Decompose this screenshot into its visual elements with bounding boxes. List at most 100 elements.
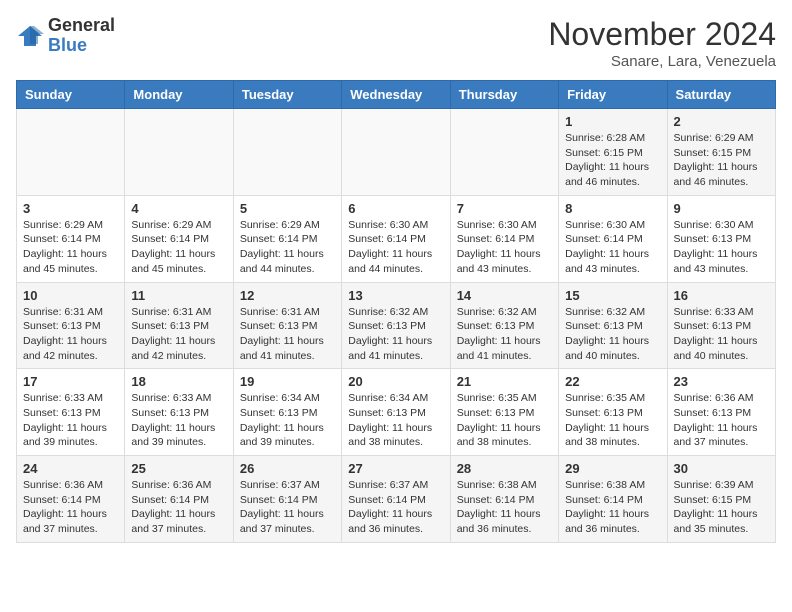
page-header: General Blue November 2024 Sanare, Lara,… — [16, 16, 776, 70]
calendar-cell: 6 Sunrise: 6:30 AM Sunset: 6:14 PM Daylig… — [342, 195, 450, 282]
calendar-cell: 1Sunrise: 6:28 AM Sunset: 6:15 PM Daylig… — [559, 109, 667, 196]
day-info: Sunrise: 6:29 AM Sunset: 6:14 PM Dayligh… — [23, 218, 118, 277]
day-number: 22 — [565, 374, 660, 389]
day-number: 19 — [240, 374, 335, 389]
day-number: 21 — [457, 374, 552, 389]
calendar-cell: 14 Sunrise: 6:32 AM Sunset: 6:13 PM Dayli… — [450, 282, 558, 369]
calendar-cell: 10 Sunrise: 6:31 AM Sunset: 6:13 PM Dayli… — [17, 282, 125, 369]
calendar-cell: 25 Sunrise: 6:36 AM Sunset: 6:14 PM Dayli… — [125, 456, 233, 543]
day-number: 12 — [240, 288, 335, 303]
day-number: 30 — [674, 461, 769, 476]
day-info: Sunrise: 6:33 AM Sunset: 6:13 PM Dayligh… — [131, 391, 226, 450]
day-number: 2 — [674, 114, 769, 129]
day-info: Sunrise: 6:35 AM Sunset: 6:13 PM Dayligh… — [565, 391, 660, 450]
calendar-cell — [450, 109, 558, 196]
day-info: Sunrise: 6:33 AM Sunset: 6:13 PM Dayligh… — [23, 391, 118, 450]
day-info: Sunrise: 6:35 AM Sunset: 6:13 PM Dayligh… — [457, 391, 552, 450]
calendar-week-2: 3 Sunrise: 6:29 AM Sunset: 6:14 PM Daylig… — [17, 195, 776, 282]
day-number: 14 — [457, 288, 552, 303]
day-number: 4 — [131, 201, 226, 216]
day-info: Sunrise: 6:29 AM Sunset: 6:14 PM Dayligh… — [240, 218, 335, 277]
calendar-cell: 12 Sunrise: 6:31 AM Sunset: 6:13 PM Dayli… — [233, 282, 341, 369]
day-number: 6 — [348, 201, 443, 216]
day-info: Sunrise: 6:32 AM Sunset: 6:13 PM Dayligh… — [348, 305, 443, 364]
weekday-header-sunday: Sunday — [17, 81, 125, 109]
weekday-header-thursday: Thursday — [450, 81, 558, 109]
calendar-week-5: 24Sunrise: 6:36 AM Sunset: 6:14 PM Dayli… — [17, 456, 776, 543]
location-subtitle: Sanare, Lara, Venezuela — [548, 53, 776, 70]
weekday-header-tuesday: Tuesday — [233, 81, 341, 109]
day-info: Sunrise: 6:39 AM Sunset: 6:15 PM Dayligh… — [674, 478, 769, 537]
calendar-cell: 13 Sunrise: 6:32 AM Sunset: 6:13 PM Dayli… — [342, 282, 450, 369]
day-info: Sunrise: 6:38 AM Sunset: 6:14 PM Dayligh… — [457, 478, 552, 537]
day-number: 3 — [23, 201, 118, 216]
day-number: 15 — [565, 288, 660, 303]
day-info: Sunrise: 6:37 AM Sunset: 6:14 PM Dayligh… — [348, 478, 443, 537]
logo-blue: Blue — [48, 36, 115, 56]
day-info: Sunrise: 6:30 AM Sunset: 6:14 PM Dayligh… — [565, 218, 660, 277]
calendar-cell: 23 Sunrise: 6:36 AM Sunset: 6:13 PM Dayli… — [667, 369, 775, 456]
day-info: Sunrise: 6:31 AM Sunset: 6:13 PM Dayligh… — [131, 305, 226, 364]
weekday-header-monday: Monday — [125, 81, 233, 109]
calendar-cell: 18Sunrise: 6:33 AM Sunset: 6:13 PM Dayli… — [125, 369, 233, 456]
day-number: 13 — [348, 288, 443, 303]
day-info: Sunrise: 6:38 AM Sunset: 6:14 PM Dayligh… — [565, 478, 660, 537]
weekday-header-friday: Friday — [559, 81, 667, 109]
calendar-cell: 8 Sunrise: 6:30 AM Sunset: 6:14 PM Daylig… — [559, 195, 667, 282]
day-number: 11 — [131, 288, 226, 303]
calendar-cell: 5 Sunrise: 6:29 AM Sunset: 6:14 PM Daylig… — [233, 195, 341, 282]
calendar-cell: 19Sunrise: 6:34 AM Sunset: 6:13 PM Dayli… — [233, 369, 341, 456]
day-info: Sunrise: 6:37 AM Sunset: 6:14 PM Dayligh… — [240, 478, 335, 537]
day-number: 7 — [457, 201, 552, 216]
day-info: Sunrise: 6:32 AM Sunset: 6:13 PM Dayligh… — [457, 305, 552, 364]
day-info: Sunrise: 6:36 AM Sunset: 6:14 PM Dayligh… — [23, 478, 118, 537]
day-number: 16 — [674, 288, 769, 303]
calendar-cell: 9Sunrise: 6:30 AM Sunset: 6:13 PM Daylig… — [667, 195, 775, 282]
month-year-title: November 2024 — [548, 16, 776, 53]
day-info: Sunrise: 6:29 AM Sunset: 6:14 PM Dayligh… — [131, 218, 226, 277]
weekday-header-wednesday: Wednesday — [342, 81, 450, 109]
calendar-week-1: 1Sunrise: 6:28 AM Sunset: 6:15 PM Daylig… — [17, 109, 776, 196]
calendar-cell: 4 Sunrise: 6:29 AM Sunset: 6:14 PM Daylig… — [125, 195, 233, 282]
day-number: 10 — [23, 288, 118, 303]
day-number: 1 — [565, 114, 660, 129]
day-number: 8 — [565, 201, 660, 216]
calendar-cell: 11 Sunrise: 6:31 AM Sunset: 6:13 PM Dayli… — [125, 282, 233, 369]
day-info: Sunrise: 6:33 AM Sunset: 6:13 PM Dayligh… — [674, 305, 769, 364]
day-info: Sunrise: 6:29 AM Sunset: 6:15 PM Dayligh… — [674, 131, 769, 190]
calendar-cell: 28 Sunrise: 6:38 AM Sunset: 6:14 PM Dayli… — [450, 456, 558, 543]
weekday-header-row: SundayMondayTuesdayWednesdayThursdayFrid… — [17, 81, 776, 109]
calendar-cell: 26Sunrise: 6:37 AM Sunset: 6:14 PM Dayli… — [233, 456, 341, 543]
day-info: Sunrise: 6:30 AM Sunset: 6:14 PM Dayligh… — [348, 218, 443, 277]
logo: General Blue — [16, 16, 115, 56]
day-number: 5 — [240, 201, 335, 216]
calendar-cell: 27 Sunrise: 6:37 AM Sunset: 6:14 PM Dayli… — [342, 456, 450, 543]
weekday-header-saturday: Saturday — [667, 81, 775, 109]
day-info: Sunrise: 6:36 AM Sunset: 6:14 PM Dayligh… — [131, 478, 226, 537]
day-number: 20 — [348, 374, 443, 389]
calendar-cell — [342, 109, 450, 196]
day-number: 9 — [674, 201, 769, 216]
calendar-week-4: 17Sunrise: 6:33 AM Sunset: 6:13 PM Dayli… — [17, 369, 776, 456]
calendar-week-3: 10 Sunrise: 6:31 AM Sunset: 6:13 PM Dayli… — [17, 282, 776, 369]
day-number: 27 — [348, 461, 443, 476]
day-info: Sunrise: 6:34 AM Sunset: 6:13 PM Dayligh… — [348, 391, 443, 450]
calendar-cell: 21 Sunrise: 6:35 AM Sunset: 6:13 PM Dayli… — [450, 369, 558, 456]
day-info: Sunrise: 6:36 AM Sunset: 6:13 PM Dayligh… — [674, 391, 769, 450]
calendar-cell: 15 Sunrise: 6:32 AM Sunset: 6:13 PM Dayli… — [559, 282, 667, 369]
calendar-cell — [17, 109, 125, 196]
day-number: 28 — [457, 461, 552, 476]
day-number: 25 — [131, 461, 226, 476]
calendar-cell: 17Sunrise: 6:33 AM Sunset: 6:13 PM Dayli… — [17, 369, 125, 456]
calendar-cell: 22 Sunrise: 6:35 AM Sunset: 6:13 PM Dayli… — [559, 369, 667, 456]
day-info: Sunrise: 6:32 AM Sunset: 6:13 PM Dayligh… — [565, 305, 660, 364]
calendar-cell: 30 Sunrise: 6:39 AM Sunset: 6:15 PM Dayli… — [667, 456, 775, 543]
logo-icon — [16, 22, 44, 50]
day-number: 29 — [565, 461, 660, 476]
day-info: Sunrise: 6:31 AM Sunset: 6:13 PM Dayligh… — [240, 305, 335, 364]
day-info: Sunrise: 6:31 AM Sunset: 6:13 PM Dayligh… — [23, 305, 118, 364]
logo-general: General — [48, 16, 115, 36]
calendar-cell: 3 Sunrise: 6:29 AM Sunset: 6:14 PM Daylig… — [17, 195, 125, 282]
title-block: November 2024 Sanare, Lara, Venezuela — [548, 16, 776, 70]
day-number: 23 — [674, 374, 769, 389]
